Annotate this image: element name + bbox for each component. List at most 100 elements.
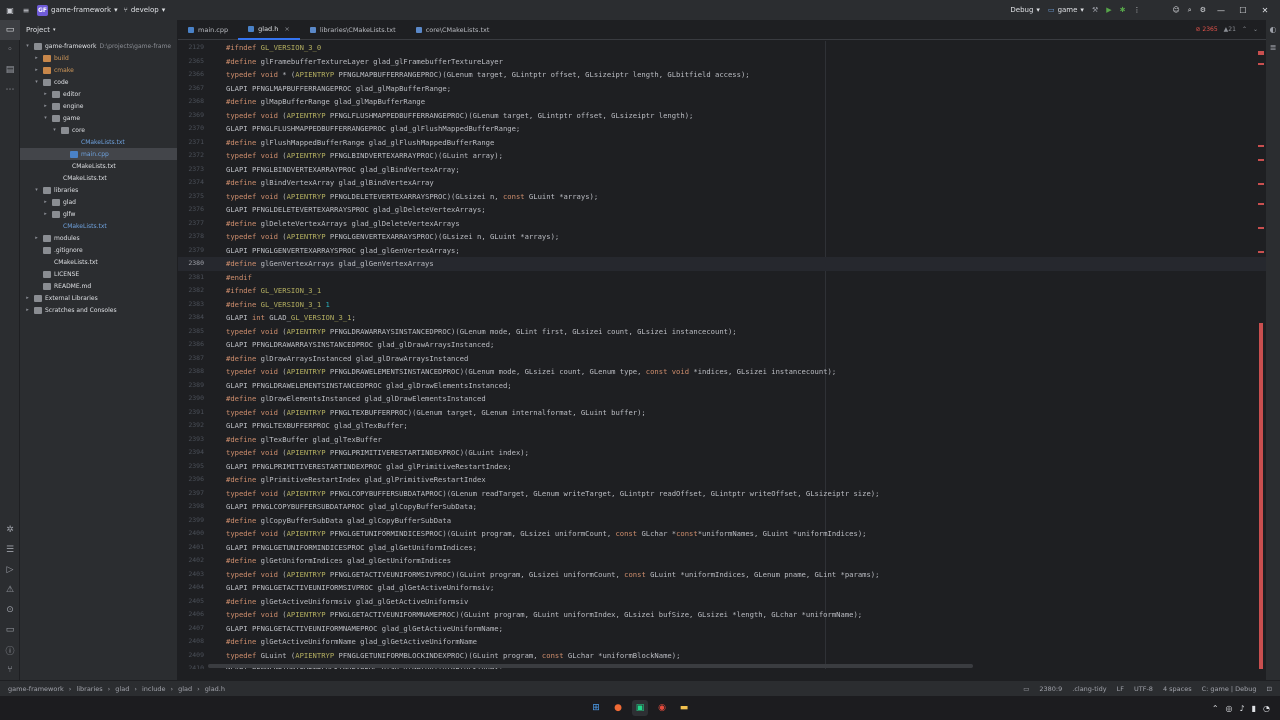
code-line[interactable]: 2389 GLAPI PFNGLDRAWELEMENTSINSTANCEDPROC…: [178, 379, 1266, 393]
more-icon[interactable]: ⋮: [1133, 6, 1140, 14]
code-line[interactable]: 2376 GLAPI PFNGLDELETEVERTEXARRAYSPROC gl…: [178, 203, 1266, 217]
debug-icon[interactable]: ✱: [1120, 6, 1126, 14]
copilot-icon[interactable]: ☺: [1172, 6, 1179, 14]
clion-icon[interactable]: ▣: [632, 700, 648, 716]
editor-tab[interactable]: main.cpp: [178, 20, 238, 40]
tree-item[interactable]: ▸ modules: [20, 232, 177, 244]
tree-item[interactable]: .gitignore: [20, 244, 177, 256]
build-hammer-icon[interactable]: ⚒: [1092, 6, 1098, 14]
chevron-up-icon[interactable]: ⌃: [1242, 26, 1247, 33]
resolve-context[interactable]: C: game | Debug: [1202, 685, 1257, 693]
code-line[interactable]: 2391 typedef void (APIENTRYP PFNGLTEXBUFF…: [178, 406, 1266, 420]
more-tools-icon[interactable]: ⋯: [0, 80, 20, 100]
tree-item[interactable]: ▾ core: [20, 124, 177, 136]
horizontal-scrollbar[interactable]: [208, 664, 973, 668]
code-line[interactable]: 2379 GLAPI PFNGLGENVERTEXARRAYSPROC glad_…: [178, 244, 1266, 258]
code-line[interactable]: 2393 #define glTexBuffer glad_glTexBuffer: [178, 433, 1266, 447]
breadcrumb-item[interactable]: glad.h: [205, 685, 225, 693]
branch-switcher[interactable]: ⑂ develop ▾: [124, 6, 166, 14]
firefox-icon[interactable]: ●: [610, 700, 626, 716]
code-line[interactable]: 2369 typedef void (APIENTRYP PFNGLFLUSHMA…: [178, 109, 1266, 123]
chevron-right-icon[interactable]: ▸: [42, 211, 49, 217]
tree-item[interactable]: ▾ game-framework D:\projects\game-frame: [20, 40, 177, 52]
code-line[interactable]: 2404 GLAPI PFNGLGETACTIVEUNIFORMSIVPROC g…: [178, 581, 1266, 595]
code-line[interactable]: 2407 GLAPI PFNGLGETACTIVEUNIFORMNAMEPROC …: [178, 622, 1266, 636]
chevron-down-icon[interactable]: ▾: [24, 43, 31, 49]
tree-item[interactable]: CMakeLists.txt: [20, 256, 177, 268]
code-line[interactable]: 2383 #define GL_VERSION_3_1 1: [178, 298, 1266, 312]
caret-position[interactable]: 2380:9: [1039, 685, 1062, 693]
code-line[interactable]: 2400 typedef void (APIENTRYP PFNGLGETUNIF…: [178, 527, 1266, 541]
problems-icon[interactable]: ⚠: [0, 580, 20, 600]
tree-item[interactable]: ▸ cmake: [20, 64, 177, 76]
tree-item[interactable]: ▸ engine: [20, 100, 177, 112]
code-line[interactable]: 2385 typedef void (APIENTRYP PFNGLDRAWARR…: [178, 325, 1266, 339]
code-view[interactable]: 2129 #ifndef GL_VERSION_3_0 2365 #define gl…: [178, 41, 1266, 669]
error-count[interactable]: ⊘ 2365: [1195, 26, 1217, 33]
file-encoding[interactable]: UTF-8: [1134, 685, 1153, 693]
plugin-icon[interactable]: ✲: [0, 520, 20, 540]
tree-item[interactable]: ▸ External Libraries: [20, 292, 177, 304]
lock-icon[interactable]: ⊡: [1267, 685, 1272, 693]
code-line[interactable]: 2386 GLAPI PFNGLDRAWARRAYSINSTANCEDPROC g…: [178, 338, 1266, 352]
code-line[interactable]: 2373 GLAPI PFNGLBINDVERTEXARRAYPROC glad_…: [178, 163, 1266, 177]
error-stripe[interactable]: [1256, 41, 1266, 669]
vcs-icon[interactable]: ▭: [1023, 685, 1029, 693]
search-icon[interactable]: ⌕: [1188, 6, 1192, 15]
chevron-right-icon[interactable]: ▸: [42, 91, 49, 97]
code-line[interactable]: 2403 typedef void (APIENTRYP PFNGLGETACTI…: [178, 568, 1266, 582]
code-line[interactable]: 2388 typedef void (APIENTRYP PFNGLDRAWELE…: [178, 365, 1266, 379]
code-line[interactable]: 2368 #define glMapBufferRange glad_glMapB…: [178, 95, 1266, 109]
git-icon[interactable]: ⑂: [0, 660, 20, 680]
chevron-down-icon[interactable]: ▾: [33, 79, 40, 85]
code-line[interactable]: 2406 typedef void (APIENTRYP PFNGLGETACTI…: [178, 608, 1266, 622]
commit-icon[interactable]: ◦: [0, 40, 20, 60]
editor-tab[interactable]: libraries\CMakeLists.txt: [300, 20, 406, 40]
run-target-select[interactable]: ▭ game ▾: [1048, 6, 1084, 14]
code-line[interactable]: 2377 #define glDeleteVertexArrays glad_gl…: [178, 217, 1266, 231]
indent-setting[interactable]: 4 spaces: [1163, 685, 1192, 693]
terminal-icon[interactable]: ▭: [0, 620, 20, 640]
notification-bell-icon[interactable]: ◔: [1263, 704, 1270, 713]
windows-start-icon[interactable]: ⊞: [588, 700, 604, 716]
chevron-down-icon[interactable]: ▾: [42, 115, 49, 121]
tree-item[interactable]: ▾ game: [20, 112, 177, 124]
code-line[interactable]: 2384 GLAPI int GLAD_GL_VERSION_3_1;: [178, 311, 1266, 325]
code-line[interactable]: 2129 #ifndef GL_VERSION_3_0: [178, 41, 1266, 55]
editor-tab[interactable]: glad.h ×: [238, 20, 300, 40]
run-tool-icon[interactable]: ▷: [0, 560, 20, 580]
chevron-right-icon[interactable]: ▸: [42, 199, 49, 205]
code-line[interactable]: 2395 GLAPI PFNGLPRIMITIVERESTARTINDEXPROC…: [178, 460, 1266, 474]
file-explorer-icon[interactable]: ▬: [676, 700, 692, 716]
code-line[interactable]: 2366 typedef void * (APIENTRYP PFNGLMAPBU…: [178, 68, 1266, 82]
code-line[interactable]: 2367 GLAPI PFNGLMAPBUFFERRANGEPROC glad_g…: [178, 82, 1266, 96]
code-line[interactable]: 2399 #define glCopyBufferSubData glad_glC…: [178, 514, 1266, 528]
notifications-icon[interactable]: ◐: [1266, 20, 1280, 38]
chevron-right-icon[interactable]: ▸: [24, 295, 31, 301]
tree-item[interactable]: README.md: [20, 280, 177, 292]
chevron-down-icon[interactable]: ⌄: [1253, 26, 1258, 33]
chevron-right-icon[interactable]: ▸: [24, 307, 31, 313]
tree-item[interactable]: CMakeLists.txt: [20, 172, 177, 184]
structure-icon[interactable]: ▤: [0, 60, 20, 80]
tree-item[interactable]: CMakeLists.txt: [20, 136, 177, 148]
code-line[interactable]: 2380 #define glGenVertexArrays glad_glGen…: [178, 257, 1266, 271]
battery-icon[interactable]: ▮: [1252, 704, 1256, 713]
tree-item[interactable]: ▸ build: [20, 52, 177, 64]
code-line[interactable]: 2370 GLAPI PFNGLFLUSHMAPPEDBUFFERRANGEPRO…: [178, 122, 1266, 136]
tree-item[interactable]: ▸ glad: [20, 196, 177, 208]
code-line[interactable]: 2398 GLAPI PFNGLCOPYBUFFERSUBDATAPROC gla…: [178, 500, 1266, 514]
tree-item[interactable]: CMakeLists.txt: [20, 160, 177, 172]
tree-item[interactable]: ▾ code: [20, 76, 177, 88]
code-line[interactable]: 2371 #define glFlushMappedBufferRange gla…: [178, 136, 1266, 150]
code-line[interactable]: 2397 typedef void (APIENTRYP PFNGLCOPYBUF…: [178, 487, 1266, 501]
code-line[interactable]: 2375 typedef void (APIENTRYP PFNGLDELETEV…: [178, 190, 1266, 204]
chrome-icon[interactable]: ◉: [654, 700, 670, 716]
code-line[interactable]: 2382 #ifndef GL_VERSION_3_1: [178, 284, 1266, 298]
code-line[interactable]: 2392 GLAPI PFNGLTEXBUFFERPROC glad_glTexB…: [178, 419, 1266, 433]
breadcrumb-item[interactable]: glad: [115, 685, 129, 693]
close-button[interactable]: ✕: [1258, 6, 1272, 15]
hamburger-icon[interactable]: ≡: [21, 5, 31, 15]
code-line[interactable]: 2409 typedef GLuint (APIENTRYP PFNGLGETUN…: [178, 649, 1266, 663]
code-line[interactable]: 2401 GLAPI PFNGLGETUNIFORMINDICESPROC gla…: [178, 541, 1266, 555]
